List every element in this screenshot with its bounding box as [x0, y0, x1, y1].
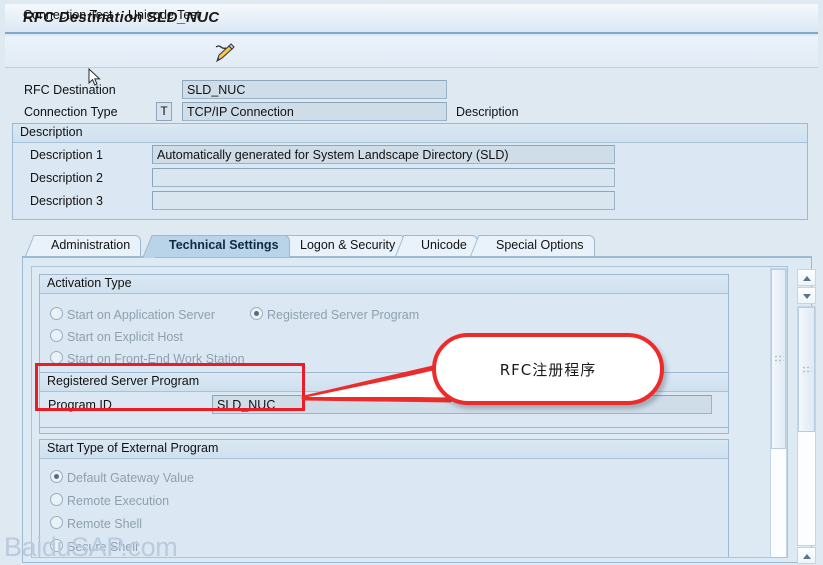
radio-start-on-explicit-host[interactable]: Start on Explicit Host	[50, 329, 183, 344]
radio-label: Start on Front-End Work Station	[67, 352, 245, 366]
mouse-cursor	[88, 67, 102, 91]
start-type-title: Start Type of External Program	[40, 440, 728, 459]
annotation-callout: RFC注册程序	[432, 333, 664, 405]
tab-strip: Administration Technical Settings Logon …	[22, 235, 812, 257]
tab-special-options[interactable]: Special Options	[481, 235, 595, 257]
radio-start-on-front-end-work-station[interactable]: Start on Front-End Work Station	[50, 351, 245, 366]
radio-registered-server-program[interactable]: Registered Server Program	[250, 307, 419, 322]
radio-dot	[50, 470, 63, 483]
technical-settings-panel: Activation Type Start on Application Ser…	[22, 258, 812, 563]
radio-dot	[50, 329, 63, 342]
radio-dot	[50, 516, 63, 529]
description-group-title: Description	[13, 124, 807, 143]
description-1-label: Description 1	[30, 148, 103, 162]
chevron-down-icon	[803, 294, 811, 299]
description-2-label: Description 2	[30, 171, 103, 185]
radio-remote-execution[interactable]: Remote Execution	[50, 493, 169, 508]
radio-label: Start on Explicit Host	[67, 330, 184, 344]
outer-scrollbar-thumb[interactable]	[798, 307, 815, 432]
description-3-label: Description 3	[30, 194, 103, 208]
tab-unicode[interactable]: Unicode	[406, 235, 478, 257]
connection-type-label: Connection Type	[24, 105, 118, 119]
tab-administration[interactable]: Administration	[36, 235, 142, 257]
radio-start-on-application-server[interactable]: Start on Application Server	[50, 307, 215, 322]
unicode-test-button[interactable]: Unicode Test	[125, 7, 203, 23]
description-side-label: Description	[456, 105, 519, 119]
radio-label: Default Gateway Value	[67, 471, 194, 485]
rfc-destination-input[interactable]: SLD_NUC	[182, 80, 447, 99]
radio-dot	[50, 493, 63, 506]
scrollbar-grip-icon	[802, 366, 811, 375]
annotation-callout-text: RFC注册程序	[499, 360, 597, 379]
radio-dot	[250, 307, 263, 320]
connection-test-button[interactable]: Connection Test	[20, 7, 115, 23]
pencil-icon[interactable]	[212, 43, 238, 65]
radio-label: Remote Execution	[67, 494, 170, 508]
scroll-bottom-button[interactable]	[797, 547, 816, 564]
radio-remote-shell[interactable]: Remote Shell	[50, 516, 142, 531]
connection-type-code[interactable]: T	[156, 102, 172, 121]
toolbar	[5, 36, 818, 68]
tab-logon-security[interactable]: Logon & Security	[285, 235, 407, 257]
outer-scrollbar-track[interactable]	[797, 306, 816, 546]
settings-scroll-area: Activation Type Start on Application Ser…	[31, 266, 788, 558]
inner-scrollbar-thumb[interactable]	[771, 269, 786, 449]
radio-label: Start on Application Server	[67, 308, 215, 322]
program-id-label: Program ID	[48, 398, 112, 412]
scroll-down-button[interactable]	[797, 287, 816, 304]
radio-default-gateway-value[interactable]: Default Gateway Value	[50, 470, 194, 485]
radio-label: Remote Shell	[67, 517, 143, 531]
activation-type-title: Activation Type	[40, 275, 728, 294]
radio-dot	[50, 351, 63, 364]
chevron-up-icon	[803, 276, 811, 281]
connection-type-input[interactable]: TCP/IP Connection	[182, 102, 447, 121]
description-1-input[interactable]: Automatically generated for System Lands…	[152, 145, 615, 164]
inner-scrollbar-track[interactable]	[770, 268, 787, 557]
description-2-input[interactable]	[152, 168, 615, 187]
radio-dot	[50, 307, 63, 320]
description-3-input[interactable]	[152, 191, 615, 210]
tab-technical-settings[interactable]: Technical Settings	[154, 235, 290, 257]
radio-label: Registered Server Program	[267, 308, 420, 322]
scroll-up-button[interactable]	[797, 269, 816, 286]
scrollbar-grip-icon	[774, 355, 783, 364]
watermark: BaiduSAP.com	[4, 532, 178, 562]
chevron-up-icon	[803, 554, 811, 559]
